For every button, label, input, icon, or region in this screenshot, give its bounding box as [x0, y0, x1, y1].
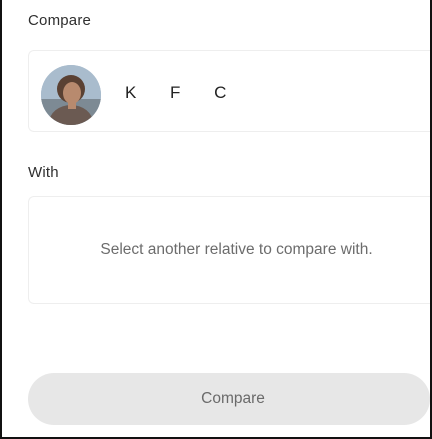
person-photo-avatar: [41, 65, 101, 125]
with-heading: With: [28, 164, 59, 181]
compare-panel: Compare K F C With Select another relati…: [0, 0, 432, 439]
compare-button[interactable]: Compare: [28, 373, 430, 425]
compare-button-label: Compare: [201, 390, 265, 407]
person-name: K F C: [125, 83, 227, 102]
compare-heading: Compare: [28, 12, 92, 29]
select-relative-card[interactable]: Select another relative to compare with.: [28, 196, 430, 304]
select-relative-placeholder: Select another relative to compare with.: [100, 241, 373, 258]
selected-person-card[interactable]: K F C: [28, 50, 430, 132]
